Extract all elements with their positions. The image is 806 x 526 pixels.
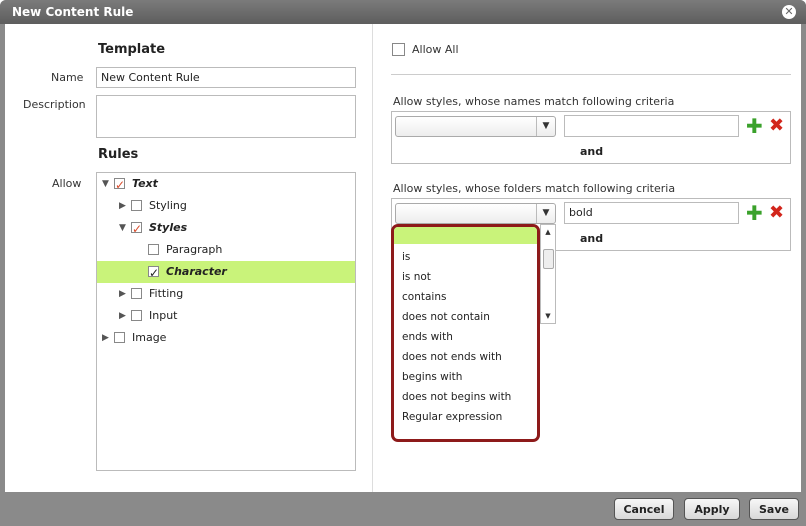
expand-arrow-icon[interactable]: ▶ [119,283,126,305]
image-checkbox[interactable] [114,332,125,343]
tree-node-text[interactable]: ▼ ✓ Text [97,173,355,195]
tree-node-character[interactable]: ✓ Character [97,261,355,283]
tree-node-styling[interactable]: ▶ Styling [97,195,355,217]
allow-all-checkbox[interactable] [392,43,405,56]
column-divider [372,24,373,492]
checkmark-icon: ✓ [115,178,126,192]
template-heading: Template [98,42,166,57]
apply-button[interactable]: Apply [684,498,740,520]
new-content-rule-dialog: New Content Rule ✕ Template Name New Con… [0,0,806,526]
names-condition-select[interactable]: ▼ [395,116,556,137]
checkmark-icon: ✓ [149,266,160,280]
expand-arrow-icon[interactable]: ▶ [119,305,126,327]
collapse-arrow-icon[interactable]: ▼ [102,173,109,195]
scroll-thumb[interactable] [543,249,554,269]
names-value-input[interactable] [564,115,739,137]
name-label: Name [51,71,84,84]
tree-label-styles: Styles [149,221,188,234]
names-and-label: and [580,145,604,158]
fitting-checkbox[interactable] [131,288,142,299]
chevron-down-icon: ▼ [536,204,555,223]
styles-checkbox[interactable]: ✓ [131,222,142,236]
dropdown-option[interactable]: does not begins with [402,391,511,403]
folders-criteria-label: Allow styles, whose folders match follow… [393,182,676,195]
scroll-up-icon[interactable]: ▲ [541,225,555,239]
tree-node-paragraph[interactable]: Paragraph [97,239,355,261]
allow-label: Allow [52,177,82,190]
tree-node-fitting[interactable]: ▶ Fitting [97,283,355,305]
styling-checkbox[interactable] [131,200,142,211]
expand-arrow-icon[interactable]: ▶ [102,327,109,349]
tree-label-fitting: Fitting [149,287,184,300]
tree-node-image[interactable]: ▶ Image [97,327,355,349]
dialog-titlebar[interactable]: New Content Rule ✕ [0,0,806,24]
rules-tree[interactable]: ▼ ✓ Text ▶ Styling ▼ ✓ Styles Paragraph [96,172,356,471]
add-names-criterion-icon[interactable]: ✚ [746,116,763,136]
tree-label-paragraph: Paragraph [166,243,223,256]
tree-label-styling: Styling [149,199,187,212]
allow-all-label: Allow All [412,43,459,56]
remove-folders-criterion-icon[interactable]: ✖ [769,203,784,223]
dropdown-option[interactable]: is not [402,271,431,283]
tree-label-image: Image [132,331,167,344]
chevron-down-icon: ▼ [536,117,555,136]
add-folders-criterion-icon[interactable]: ✚ [746,203,763,223]
dropdown-option[interactable]: does not contain [402,311,490,323]
dropdown-option[interactable]: is [402,251,410,263]
description-label: Description [23,98,86,111]
rules-heading: Rules [98,147,139,162]
cancel-button[interactable]: Cancel [614,498,674,520]
checkmark-icon: ✓ [132,222,143,236]
text-checkbox[interactable]: ✓ [114,178,125,192]
description-input[interactable] [96,95,356,138]
dropdown-option[interactable]: begins with [402,371,462,383]
dropdown-option-blank[interactable] [394,227,537,244]
tree-label-text: Text [132,177,158,190]
paragraph-checkbox[interactable] [148,244,159,255]
save-button[interactable]: Save [749,498,799,520]
dropdown-option[interactable]: contains [402,291,446,303]
tree-label-character: Character [166,265,227,278]
tree-label-input: Input [149,309,178,322]
folders-condition-select[interactable]: ▼ [395,203,556,224]
scroll-down-icon[interactable]: ▼ [541,309,555,323]
dropdown-option[interactable]: ends with [402,331,453,343]
collapse-arrow-icon[interactable]: ▼ [119,217,126,239]
dialog-title: New Content Rule [12,5,134,19]
folders-value-input[interactable]: bold [564,202,739,224]
character-checkbox[interactable]: ✓ [148,266,159,280]
names-criteria-label: Allow styles, whose names match followin… [393,95,675,108]
dropdown-option[interactable]: Regular expression [402,411,502,423]
expand-arrow-icon[interactable]: ▶ [119,195,126,217]
dropdown-scrollbar[interactable]: ▲ ▼ [540,224,556,324]
condition-dropdown-list[interactable]: is is not contains does not contain ends… [391,224,540,442]
close-icon[interactable]: ✕ [782,5,796,19]
tree-node-styles[interactable]: ▼ ✓ Styles [97,217,355,239]
remove-names-criterion-icon[interactable]: ✖ [769,116,784,136]
tree-node-input[interactable]: ▶ Input [97,305,355,327]
folders-and-label: and [580,232,604,245]
horizontal-divider [391,74,791,75]
dropdown-option[interactable]: does not ends with [402,351,502,363]
name-input[interactable]: New Content Rule [96,67,356,88]
input-checkbox[interactable] [131,310,142,321]
